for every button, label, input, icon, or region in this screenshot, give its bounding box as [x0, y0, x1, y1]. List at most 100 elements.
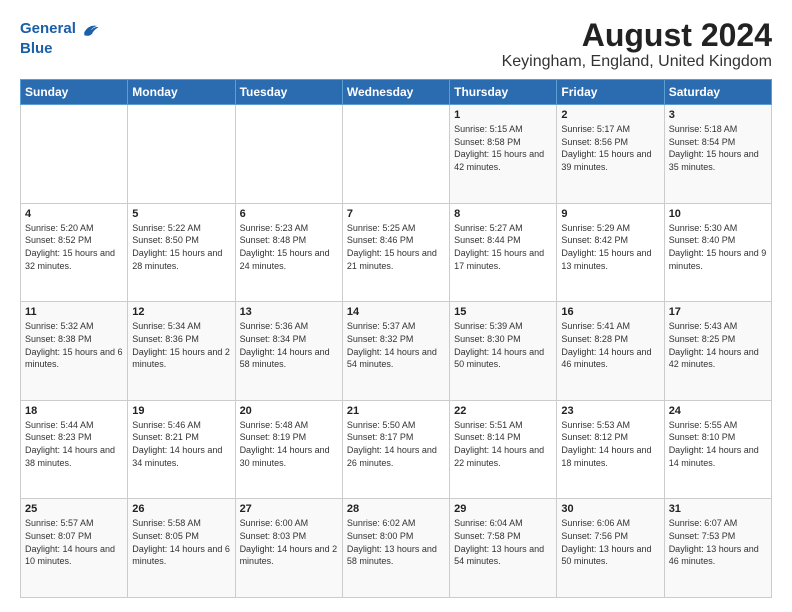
day-info: Sunrise: 5:32 AMSunset: 8:38 PMDaylight:… [25, 320, 123, 370]
day-number: 20 [240, 405, 338, 417]
day-number: 13 [240, 306, 338, 318]
day-number: 21 [347, 405, 445, 417]
calendar-day-cell: 25 Sunrise: 5:57 AMSunset: 8:07 PMDayligh… [21, 499, 128, 598]
day-info: Sunrise: 6:00 AMSunset: 8:03 PMDaylight:… [240, 517, 338, 567]
day-number: 10 [669, 208, 767, 220]
day-info: Sunrise: 6:04 AMSunset: 7:58 PMDaylight:… [454, 517, 552, 567]
day-info: Sunrise: 5:23 AMSunset: 8:48 PMDaylight:… [240, 222, 338, 272]
day-number: 29 [454, 503, 552, 515]
day-number: 17 [669, 306, 767, 318]
calendar-day-cell: 24 Sunrise: 5:55 AMSunset: 8:10 PMDayligh… [664, 400, 771, 499]
day-number: 25 [25, 503, 123, 515]
day-info: Sunrise: 5:43 AMSunset: 8:25 PMDaylight:… [669, 320, 767, 370]
calendar-day-cell: 14 Sunrise: 5:37 AMSunset: 8:32 PMDayligh… [342, 302, 449, 401]
day-info: Sunrise: 5:53 AMSunset: 8:12 PMDaylight:… [561, 419, 659, 469]
day-number: 9 [561, 208, 659, 220]
calendar-day-cell: 10 Sunrise: 5:30 AMSunset: 8:40 PMDayligh… [664, 203, 771, 302]
title-block: August 2024 Keyingham, England, United K… [502, 18, 772, 71]
calendar-day-cell: 6 Sunrise: 5:23 AMSunset: 8:48 PMDaylight… [235, 203, 342, 302]
day-number: 27 [240, 503, 338, 515]
calendar-day-cell: 4Sunrise: 5:20 AMSunset: 8:52 PMDaylight… [21, 203, 128, 302]
day-info: Sunrise: 5:22 AMSunset: 8:50 PMDaylight:… [132, 222, 230, 272]
day-info: Sunrise: 5:55 AMSunset: 8:10 PMDaylight:… [669, 419, 767, 469]
day-number: 30 [561, 503, 659, 515]
day-number: 18 [25, 405, 123, 417]
calendar-day-cell: 8 Sunrise: 5:27 AMSunset: 8:44 PMDaylight… [450, 203, 557, 302]
day-info: Sunrise: 5:44 AMSunset: 8:23 PMDaylight:… [25, 419, 123, 469]
day-info: Sunrise: 5:39 AMSunset: 8:30 PMDaylight:… [454, 320, 552, 370]
calendar-day-cell: 26Sunrise: 5:58 AMSunset: 8:05 PMDayligh… [128, 499, 235, 598]
page-subtitle: Keyingham, England, United Kingdom [502, 53, 772, 71]
logo-text2: Blue [20, 40, 100, 58]
day-number: 23 [561, 405, 659, 417]
page-title: August 2024 [502, 18, 772, 53]
calendar-week-3: 11 Sunrise: 5:32 AMSunset: 8:38 PMDayligh… [21, 302, 772, 401]
day-number: 14 [347, 306, 445, 318]
calendar-day-cell: 21 Sunrise: 5:50 AMSunset: 8:17 PMDayligh… [342, 400, 449, 499]
weekday-header-tuesday: Tuesday [235, 80, 342, 105]
calendar-day-cell: 16 Sunrise: 5:41 AMSunset: 8:28 PMDayligh… [557, 302, 664, 401]
day-info: Sunrise: 5:17 AMSunset: 8:56 PMDaylight:… [561, 123, 659, 173]
day-info: Sunrise: 5:30 AMSunset: 8:40 PMDaylight:… [669, 222, 767, 272]
day-info: Sunrise: 5:25 AMSunset: 8:46 PMDaylight:… [347, 222, 445, 272]
day-number: 24 [669, 405, 767, 417]
day-number: 19 [132, 405, 230, 417]
calendar-table: SundayMondayTuesdayWednesdayThursdayFrid… [20, 79, 772, 598]
day-info: Sunrise: 6:07 AMSunset: 7:53 PMDaylight:… [669, 517, 767, 567]
weekday-header-sunday: Sunday [21, 80, 128, 105]
day-number: 6 [240, 208, 338, 220]
logo-text: General [20, 20, 76, 38]
calendar-week-4: 18 Sunrise: 5:44 AMSunset: 8:23 PMDayligh… [21, 400, 772, 499]
calendar-day-cell: 7 Sunrise: 5:25 AMSunset: 8:46 PMDaylight… [342, 203, 449, 302]
day-info: Sunrise: 5:36 AMSunset: 8:34 PMDaylight:… [240, 320, 338, 370]
calendar-day-cell: 5 Sunrise: 5:22 AMSunset: 8:50 PMDaylight… [128, 203, 235, 302]
day-info: Sunrise: 6:02 AMSunset: 8:00 PMDaylight:… [347, 517, 445, 567]
calendar-day-cell [235, 105, 342, 204]
calendar-day-cell: 27 Sunrise: 6:00 AMSunset: 8:03 PMDayligh… [235, 499, 342, 598]
weekday-header-saturday: Saturday [664, 80, 771, 105]
calendar-day-cell: 12 Sunrise: 5:34 AMSunset: 8:36 PMDayligh… [128, 302, 235, 401]
calendar-day-cell [21, 105, 128, 204]
day-number: 8 [454, 208, 552, 220]
day-number: 3 [669, 109, 767, 121]
calendar-day-cell: 28Sunrise: 6:02 AMSunset: 8:00 PMDayligh… [342, 499, 449, 598]
day-info: Sunrise: 5:18 AMSunset: 8:54 PMDaylight:… [669, 123, 767, 173]
day-info: Sunrise: 5:50 AMSunset: 8:17 PMDaylight:… [347, 419, 445, 469]
day-info: Sunrise: 5:34 AMSunset: 8:36 PMDaylight:… [132, 320, 230, 370]
day-number: 2 [561, 109, 659, 121]
day-number: 5 [132, 208, 230, 220]
day-number: 16 [561, 306, 659, 318]
day-number: 1 [454, 109, 552, 121]
day-info: Sunrise: 5:15 AMSunset: 8:58 PMDaylight:… [454, 123, 552, 173]
day-number: 12 [132, 306, 230, 318]
calendar-day-cell: 30 Sunrise: 6:06 AMSunset: 7:56 PMDayligh… [557, 499, 664, 598]
calendar-day-cell [342, 105, 449, 204]
calendar-day-cell: 19 Sunrise: 5:46 AMSunset: 8:21 PMDayligh… [128, 400, 235, 499]
day-number: 15 [454, 306, 552, 318]
calendar-day-cell: 11 Sunrise: 5:32 AMSunset: 8:38 PMDayligh… [21, 302, 128, 401]
day-info: Sunrise: 5:41 AMSunset: 8:28 PMDaylight:… [561, 320, 659, 370]
day-info: Sunrise: 5:29 AMSunset: 8:42 PMDaylight:… [561, 222, 659, 272]
calendar-day-cell: 13 Sunrise: 5:36 AMSunset: 8:34 PMDayligh… [235, 302, 342, 401]
day-info: Sunrise: 5:20 AMSunset: 8:52 PMDaylight:… [25, 222, 123, 272]
calendar-day-cell: 20 Sunrise: 5:48 AMSunset: 8:19 PMDayligh… [235, 400, 342, 499]
day-info: Sunrise: 5:27 AMSunset: 8:44 PMDaylight:… [454, 222, 552, 272]
day-info: Sunrise: 5:48 AMSunset: 8:19 PMDaylight:… [240, 419, 338, 469]
logo-bird-icon [78, 18, 100, 40]
calendar-header-row: SundayMondayTuesdayWednesdayThursdayFrid… [21, 80, 772, 105]
day-number: 7 [347, 208, 445, 220]
calendar-day-cell: 2 Sunrise: 5:17 AMSunset: 8:56 PMDaylight… [557, 105, 664, 204]
calendar-day-cell: 1 Sunrise: 5:15 AMSunset: 8:58 PMDaylight… [450, 105, 557, 204]
calendar-day-cell: 29 Sunrise: 6:04 AMSunset: 7:58 PMDayligh… [450, 499, 557, 598]
day-number: 11 [25, 306, 123, 318]
day-info: Sunrise: 5:51 AMSunset: 8:14 PMDaylight:… [454, 419, 552, 469]
day-info: Sunrise: 5:57 AMSunset: 8:07 PMDaylight:… [25, 517, 123, 567]
day-info: Sunrise: 6:06 AMSunset: 7:56 PMDaylight:… [561, 517, 659, 567]
calendar-day-cell: 17 Sunrise: 5:43 AMSunset: 8:25 PMDayligh… [664, 302, 771, 401]
calendar-day-cell: 9 Sunrise: 5:29 AMSunset: 8:42 PMDaylight… [557, 203, 664, 302]
day-info: Sunrise: 5:58 AMSunset: 8:05 PMDaylight:… [132, 517, 230, 567]
calendar-day-cell: 15 Sunrise: 5:39 AMSunset: 8:30 PMDayligh… [450, 302, 557, 401]
day-info: Sunrise: 5:37 AMSunset: 8:32 PMDaylight:… [347, 320, 445, 370]
calendar-week-5: 25 Sunrise: 5:57 AMSunset: 8:07 PMDayligh… [21, 499, 772, 598]
day-info: Sunrise: 5:46 AMSunset: 8:21 PMDaylight:… [132, 419, 230, 469]
